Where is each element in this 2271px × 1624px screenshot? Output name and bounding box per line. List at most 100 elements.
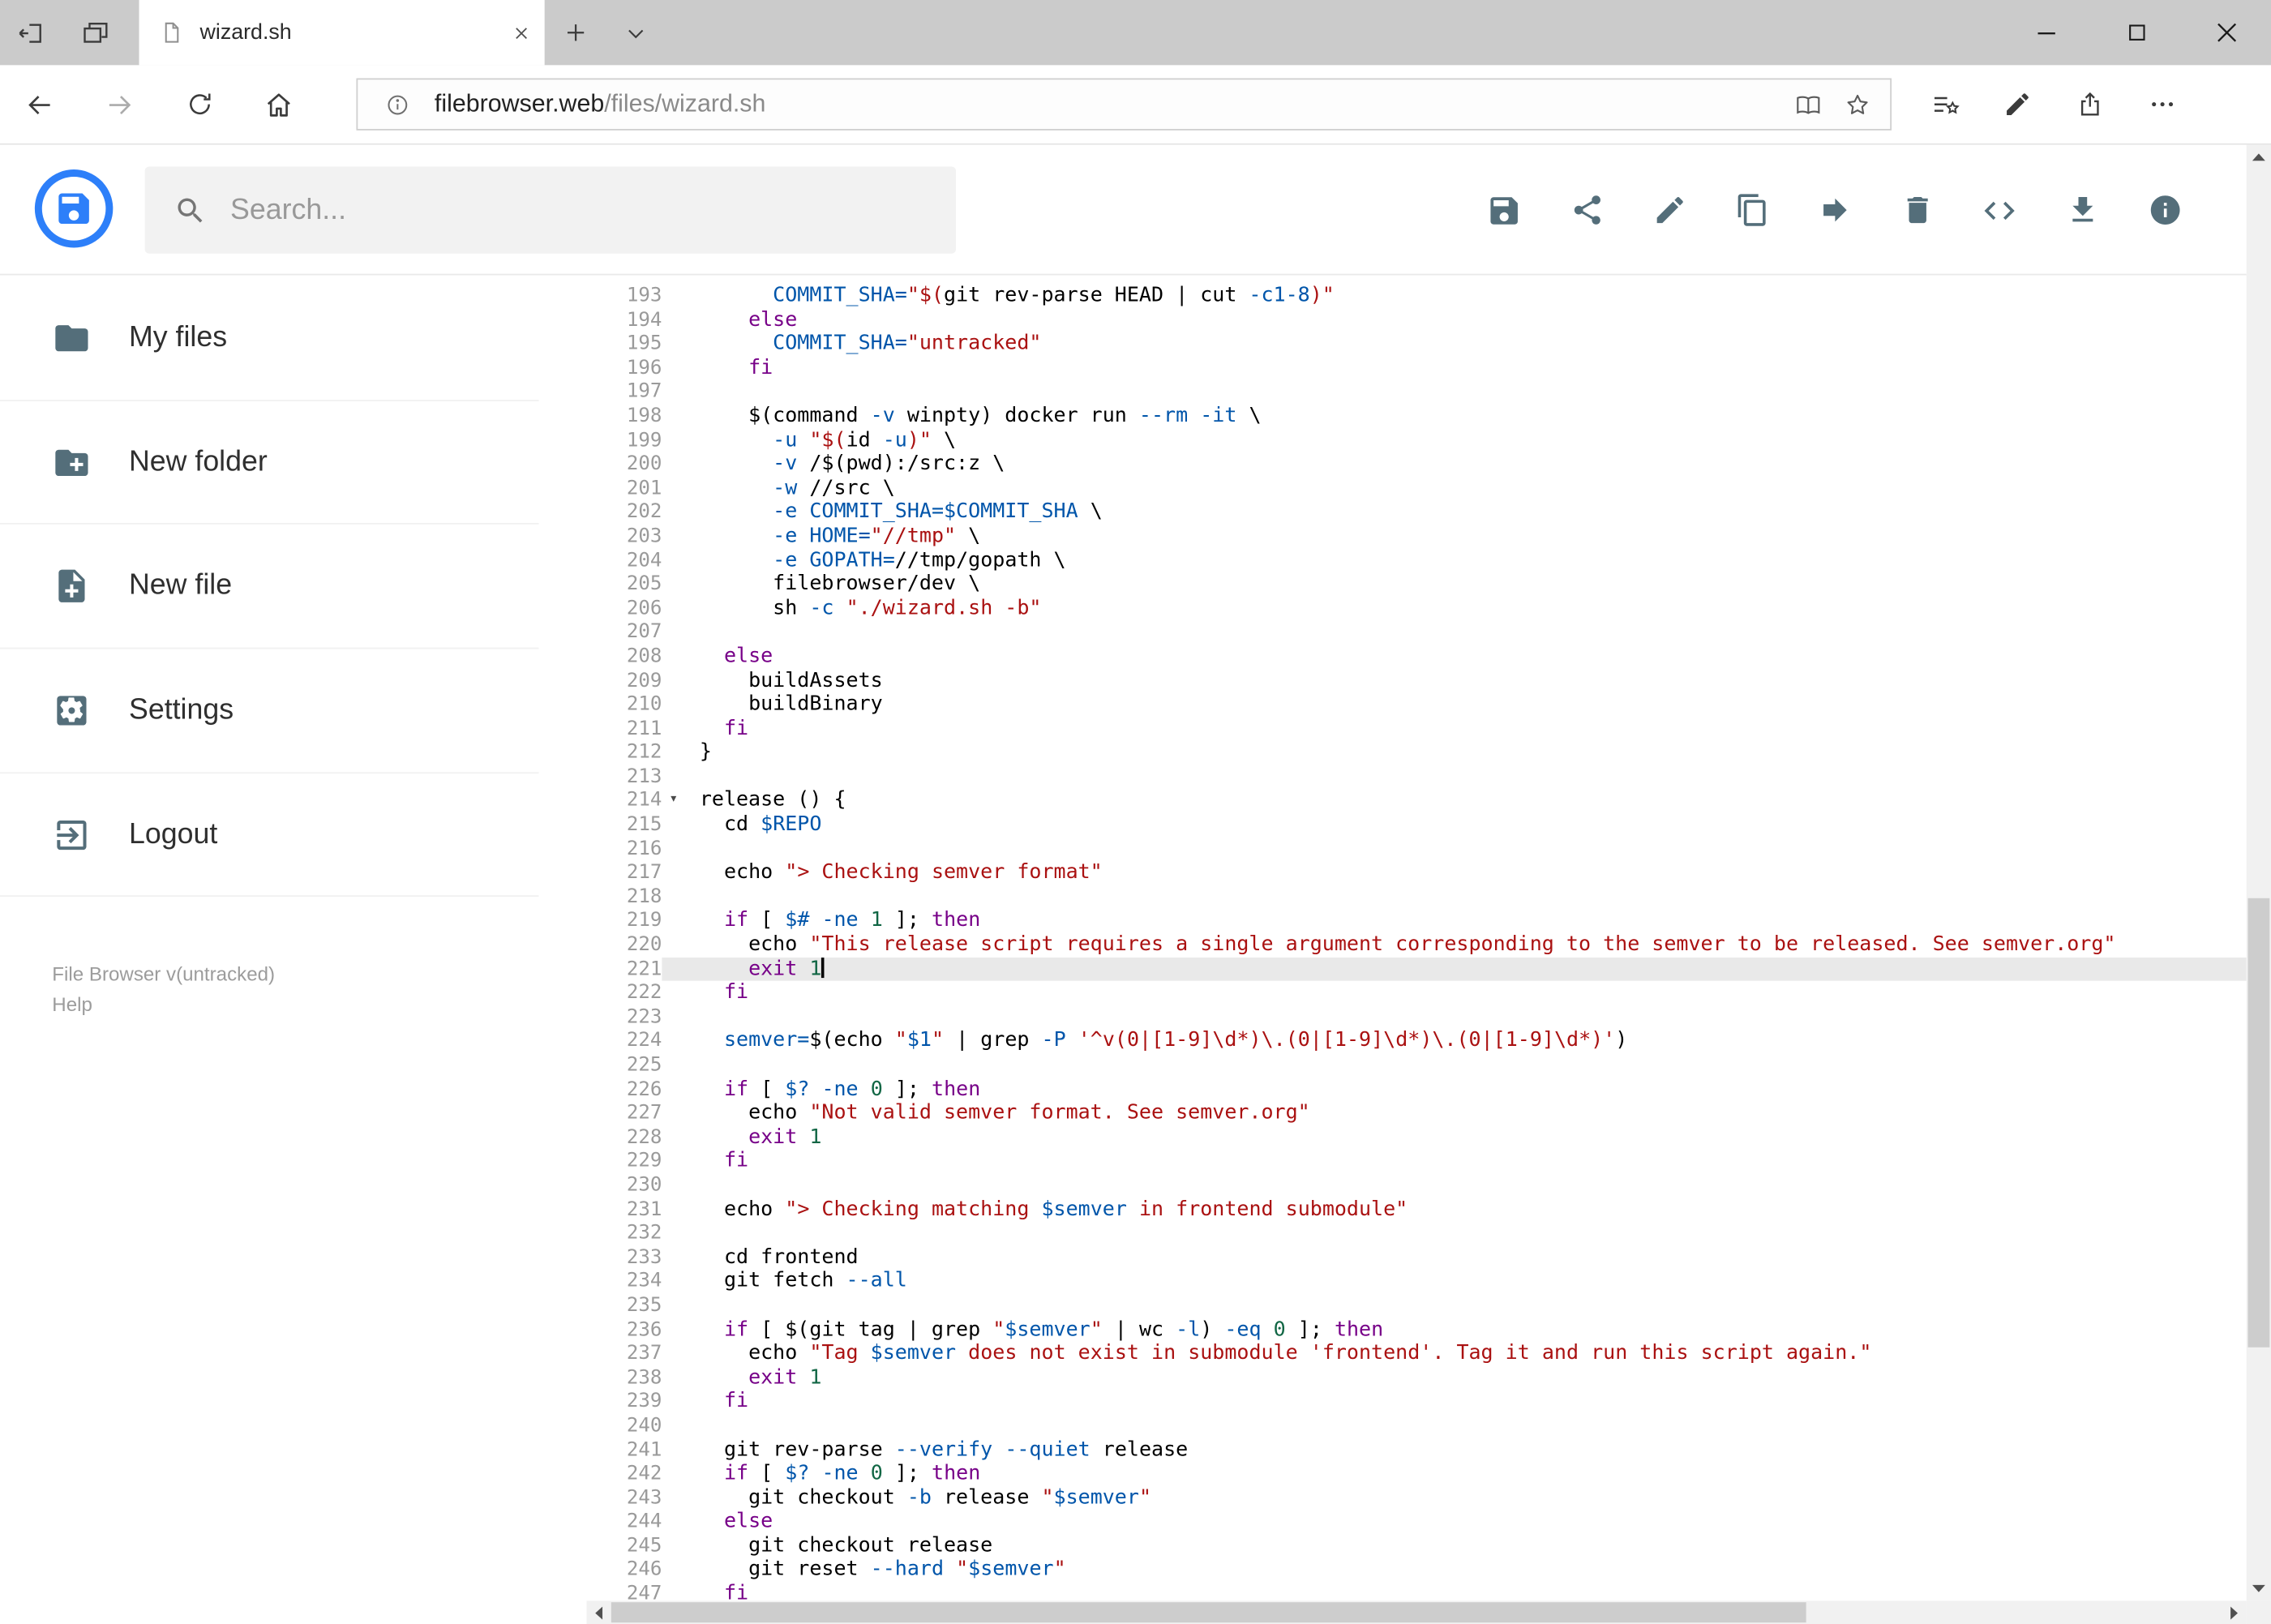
more-menu-icon[interactable] — [2126, 65, 2198, 143]
set-tabs-aside-icon[interactable] — [0, 0, 64, 65]
code-line[interactable]: 230 — [586, 1173, 2246, 1198]
code-editor[interactable]: 193 COMMIT_SHA="$(git rev-parse HEAD | c… — [586, 276, 2247, 1601]
vertical-scrollbar[interactable] — [2246, 144, 2271, 1601]
home-icon[interactable] — [239, 65, 319, 143]
search-box[interactable] — [144, 166, 957, 254]
scroll-left-icon[interactable] — [586, 1600, 611, 1624]
code-line[interactable]: 213 — [586, 765, 2246, 789]
close-window-button[interactable] — [2181, 0, 2271, 65]
code-line[interactable]: 237 echo "Tag $semver does not exist in … — [586, 1342, 2246, 1366]
share-page-icon[interactable] — [2054, 65, 2126, 143]
favorite-star-icon[interactable] — [1832, 79, 1882, 129]
code-line[interactable]: 224 semver=$(echo "$1" | grep -P '^v(0|[… — [586, 1029, 2246, 1053]
code-line[interactable]: 245 git checkout release — [586, 1534, 2246, 1558]
code-line[interactable]: 202 -e COMMIT_SHA=$COMMIT_SHA \ — [586, 500, 2246, 525]
tabs-preview-icon[interactable] — [64, 0, 128, 65]
move-button[interactable] — [1793, 178, 1876, 242]
code-line[interactable]: 193 COMMIT_SHA="$(git rev-parse HEAD | c… — [586, 284, 2246, 308]
code-line[interactable]: 234 git fetch --all — [586, 1270, 2246, 1294]
copy-button[interactable] — [1711, 178, 1793, 242]
code-line[interactable]: 204 -e GOPATH=//tmp/gopath \ — [586, 548, 2246, 572]
code-line[interactable]: 219 if [ $# -ne 1 ]; then — [586, 909, 2246, 933]
horizontal-scrollbar-thumb[interactable] — [611, 1602, 1806, 1623]
horizontal-scrollbar[interactable] — [586, 1600, 2247, 1624]
refresh-icon[interactable] — [160, 65, 239, 143]
code-line[interactable]: 218 — [586, 885, 2246, 909]
rename-button[interactable] — [1628, 178, 1711, 242]
code-line[interactable]: 197 — [586, 380, 2246, 405]
tab-close-icon[interactable] — [512, 24, 529, 41]
code-line[interactable]: 223 — [586, 1005, 2246, 1030]
search-input[interactable] — [230, 193, 928, 227]
raw-view-button[interactable] — [1958, 178, 2041, 242]
download-button[interactable] — [2041, 178, 2123, 242]
code-line[interactable]: 203 -e HOME="//tmp" \ — [586, 525, 2246, 549]
code-line[interactable]: 247 fi — [586, 1582, 2246, 1600]
code-line[interactable]: 209 buildAssets — [586, 669, 2246, 693]
page-info-icon[interactable] — [372, 79, 422, 129]
code-line[interactable]: 208 else — [586, 645, 2246, 669]
web-note-pen-icon[interactable] — [1982, 65, 2054, 143]
code-line[interactable]: 236 if [ $(git tag | grep "$semver" | wc… — [586, 1318, 2246, 1342]
code-line[interactable]: 238 exit 1 — [586, 1365, 2246, 1390]
browser-tab[interactable]: wizard.sh — [139, 0, 545, 66]
back-icon[interactable] — [0, 65, 79, 143]
code-line[interactable]: 200 -v /$(pwd):/src:z \ — [586, 452, 2246, 477]
code-line[interactable]: 194 else — [586, 308, 2246, 332]
sidebar-item-new-folder[interactable]: New folder — [0, 401, 539, 525]
sidebar-item-logout[interactable]: Logout — [0, 773, 539, 898]
code-line[interactable]: 233 cd frontend — [586, 1245, 2246, 1270]
code-line[interactable]: 220 echo "This release script requires a… — [586, 933, 2246, 958]
code-line[interactable]: 239 fi — [586, 1390, 2246, 1414]
sidebar-item-my-files[interactable]: My files — [0, 276, 539, 401]
code-line[interactable]: 226 if [ $? -ne 0 ]; then — [586, 1078, 2246, 1102]
code-line[interactable]: 222 fi — [586, 981, 2246, 1005]
help-link[interactable]: Help — [52, 990, 92, 1020]
code-line[interactable]: 196 fi — [586, 356, 2246, 380]
code-line[interactable]: 205 filebrowser/dev \ — [586, 572, 2246, 597]
code-line[interactable]: 211 fi — [586, 717, 2246, 741]
code-line[interactable]: 198 $(command -v winpty) docker run --rm… — [586, 404, 2246, 428]
hub-favorites-icon[interactable] — [1909, 65, 1981, 143]
forward-icon[interactable] — [79, 65, 159, 143]
save-button[interactable] — [1463, 178, 1545, 242]
code-line[interactable]: 228 exit 1 — [586, 1125, 2246, 1150]
scroll-up-icon[interactable] — [2247, 145, 2271, 169]
sidebar-item-settings[interactable]: Settings — [0, 649, 539, 773]
code-line[interactable]: 217 echo "> Checking semver format" — [586, 861, 2246, 885]
code-line[interactable]: 214 ▾ release () { — [586, 789, 2246, 813]
scroll-right-icon[interactable] — [2222, 1600, 2246, 1624]
code-line[interactable]: 221 exit 1 — [586, 957, 2247, 982]
reading-view-icon[interactable] — [1783, 79, 1832, 129]
code-line[interactable]: 216 — [586, 837, 2246, 861]
filebrowser-logo-icon[interactable] — [34, 169, 114, 248]
code-line[interactable]: 212} — [586, 741, 2246, 765]
code-line[interactable]: 244 else — [586, 1510, 2246, 1534]
code-line[interactable]: 210 buildBinary — [586, 692, 2246, 717]
code-line[interactable]: 229 fi — [586, 1150, 2246, 1174]
code-line[interactable]: 232 — [586, 1222, 2246, 1246]
code-line[interactable]: 199 -u "$(id -u)" \ — [586, 428, 2246, 452]
code-line[interactable]: 242 if [ $? -ne 0 ]; then — [586, 1462, 2246, 1486]
maximize-button[interactable] — [2092, 0, 2182, 65]
code-line[interactable]: 225 — [586, 1053, 2246, 1078]
fold-marker-icon[interactable]: ▾ — [662, 789, 699, 813]
code-line[interactable]: 215 cd $REPO — [586, 813, 2246, 838]
code-line[interactable]: 240 — [586, 1414, 2246, 1438]
delete-button[interactable] — [1875, 178, 1958, 242]
code-line[interactable]: 231 echo "> Checking matching $semver in… — [586, 1198, 2246, 1222]
code-line[interactable]: 243 git checkout -b release "$semver" — [586, 1486, 2246, 1510]
code-line[interactable]: 206 sh -c "./wizard.sh -b" — [586, 597, 2246, 621]
info-button[interactable] — [2123, 178, 2206, 242]
scroll-down-icon[interactable] — [2247, 1576, 2271, 1600]
share-button[interactable] — [1545, 178, 1628, 242]
code-line[interactable]: 195 COMMIT_SHA="untracked" — [586, 332, 2246, 357]
code-line[interactable]: 235 — [586, 1294, 2246, 1318]
new-tab-button[interactable] — [545, 0, 606, 65]
url-field[interactable]: filebrowser.web/files/wizard.sh — [356, 78, 1892, 131]
vertical-scrollbar-thumb[interactable] — [2247, 898, 2270, 1348]
tab-preview-chevron-icon[interactable] — [606, 0, 666, 65]
code-line[interactable]: 241 git rev-parse --verify --quiet relea… — [586, 1438, 2246, 1462]
code-line[interactable]: 201 -w //src \ — [586, 476, 2246, 500]
code-line[interactable]: 227 echo "Not valid semver format. See s… — [586, 1101, 2246, 1125]
